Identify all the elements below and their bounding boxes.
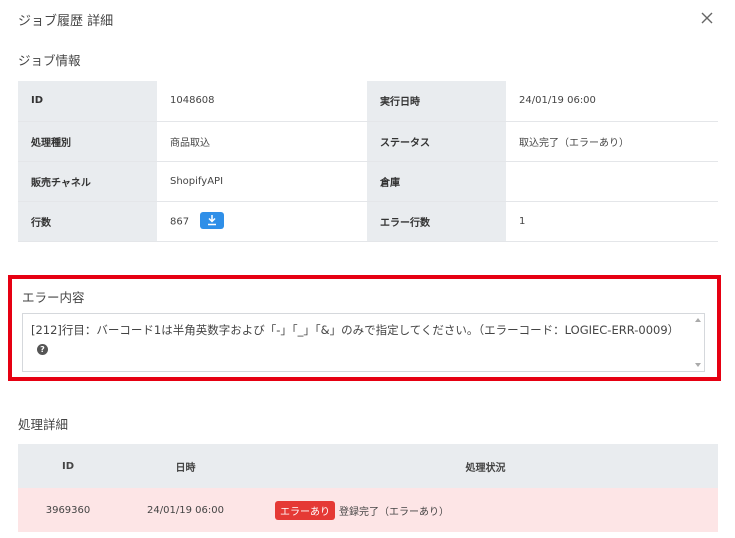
table-row[interactable]: 3969360 24/01/19 06:00 エラーあり 登録完了（エラーあり） xyxy=(18,488,718,532)
download-button[interactable] xyxy=(200,211,225,229)
error-highlight-box: エラー内容 [212]行目：バーコード1は半角英数字および「-」「_」「&」のみ… xyxy=(8,275,721,381)
table-header-row: ID 日時 処理状況 xyxy=(18,444,718,488)
value-process-type: 商品取込 xyxy=(157,121,367,162)
label-id: ID xyxy=(18,81,157,122)
column-header-status: 処理状況 xyxy=(253,444,718,488)
scroll-up-arrow-icon[interactable] xyxy=(695,318,701,322)
job-info-title: ジョブ情報 xyxy=(18,53,81,68)
column-header-datetime: 日時 xyxy=(118,444,253,488)
row-id: 3969360 xyxy=(18,488,118,532)
column-header-id: ID xyxy=(18,444,118,488)
error-message-text: [212]行目：バーコード1は半角英数字および「-」「_」「&」のみで指定してく… xyxy=(31,321,691,359)
close-button[interactable] xyxy=(697,8,717,28)
job-info-table: ID 1048608 実行日時 24/01/19 06:00 処理種別 商品取込… xyxy=(18,81,718,242)
value-line-count: 867 xyxy=(170,216,190,227)
value-id: 1048608 xyxy=(157,81,367,122)
scroll-down-arrow-icon[interactable] xyxy=(695,363,701,367)
label-error-line-count: エラー行数 xyxy=(367,201,506,242)
error-message-area[interactable]: [212]行目：バーコード1は半角英数字および「-」「_」「&」のみで指定してく… xyxy=(22,313,705,372)
job-info-row-channel: 販売チャネル ShopifyAPI 倉庫 xyxy=(18,161,718,202)
process-details-table: ID 日時 処理状況 3969360 24/01/19 06:00 エラーあり登… xyxy=(18,444,718,532)
close-icon xyxy=(701,12,713,24)
value-error-line-count: 1 xyxy=(506,201,718,242)
label-status: ステータス xyxy=(367,121,506,162)
details-section-title: 処理詳細 xyxy=(18,417,69,432)
label-line-count: 行数 xyxy=(18,201,157,242)
row-datetime: 24/01/19 06:00 xyxy=(118,488,253,532)
value-sales-channel: ShopifyAPI xyxy=(157,161,367,202)
value-status: 取込完了（エラーあり） xyxy=(506,121,718,162)
dialog-title: ジョブ履歴 詳細 xyxy=(18,14,114,29)
label-warehouse: 倉庫 xyxy=(367,161,506,202)
value-line-count-cell: 867 xyxy=(157,201,367,242)
value-warehouse xyxy=(506,161,718,202)
row-status-cell: エラーあり 登録完了（エラーあり） xyxy=(253,488,718,532)
row-status: 登録完了（エラーあり） xyxy=(339,506,449,518)
job-info-row-lines: 行数 867 エラー行数 1 xyxy=(18,201,718,242)
job-info-row-type: 処理種別 商品取込 ステータス 取込完了（エラーあり） xyxy=(18,121,718,162)
error-message: [212]行目：バーコード1は半角英数字および「-」「_」「&」のみで指定してく… xyxy=(31,323,680,337)
label-sales-channel: 販売チャネル xyxy=(18,161,157,202)
value-executed-at: 24/01/19 06:00 xyxy=(506,81,718,122)
download-icon xyxy=(208,214,217,225)
error-section-title: エラー内容 xyxy=(22,290,85,305)
help-icon[interactable]: ? xyxy=(37,344,48,355)
job-info-row-id: ID 1048608 実行日時 24/01/19 06:00 xyxy=(18,81,718,122)
label-executed-at: 実行日時 xyxy=(367,81,506,122)
error-badge: エラーあり xyxy=(275,500,335,520)
label-process-type: 処理種別 xyxy=(18,121,157,162)
